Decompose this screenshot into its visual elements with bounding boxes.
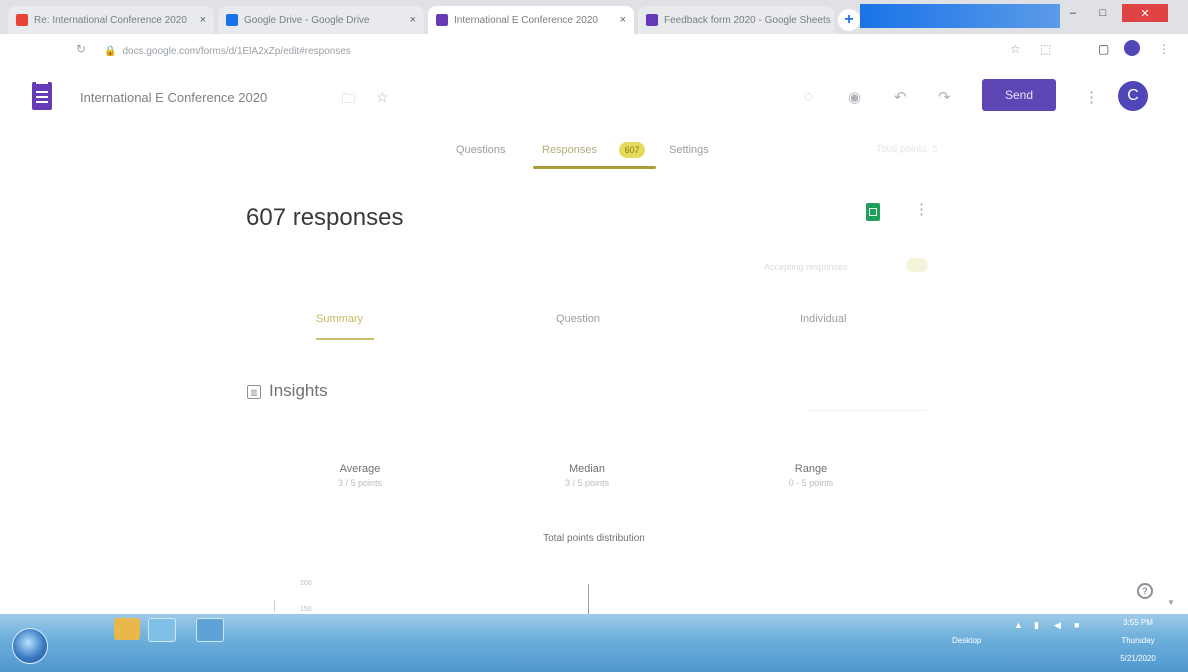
stat-median: Median 3 / 5 points <box>527 463 647 488</box>
windows-start-icon[interactable] <box>12 628 48 664</box>
stat-label: Range <box>794 463 828 475</box>
tab-close-icon[interactable]: × <box>614 14 626 26</box>
profile-avatar-icon[interactable] <box>1124 40 1140 56</box>
reload-icon[interactable]: ↻ <box>76 42 86 56</box>
scroll-down-icon[interactable]: ▼ <box>1167 598 1175 607</box>
browser-tab-title: Re: International Conference 2020 <box>34 14 187 26</box>
language-indicator[interactable]: Desktop <box>952 636 981 645</box>
subtab-summary[interactable]: Summary <box>316 313 363 325</box>
chrome-taskbar-icon[interactable] <box>148 618 176 642</box>
cast-icon[interactable]: ▢ <box>1098 42 1109 56</box>
windows-taskbar: Desktop ▲ ▮ ◀ ■ 3:55 PM Thursday 5/21/20… <box>0 614 1188 672</box>
google-forms-logo-icon[interactable] <box>32 82 52 110</box>
new-tab-button[interactable]: + <box>838 9 860 31</box>
tab-settings[interactable]: Settings <box>669 144 709 156</box>
address-url: docs.google.com/forms/d/1ElA2xZp/edit#re… <box>122 45 351 57</box>
axis-tick-label: 150 <box>300 606 312 613</box>
responses-more-options-icon[interactable]: ⋮ <box>914 200 929 218</box>
browser-tab[interactable]: Re: International Conference 2020 × <box>8 6 214 34</box>
stat-average: Average 3 / 5 points <box>300 463 420 488</box>
send-button[interactable]: Send <box>982 79 1056 111</box>
window-taskbar-icon[interactable] <box>196 618 224 642</box>
insights-heading: Insights <box>269 381 328 400</box>
tab-questions[interactable]: Questions <box>456 144 506 156</box>
drive-favicon-icon <box>226 14 238 26</box>
subtab-question[interactable]: Question <box>556 313 600 325</box>
chart-title: Total points distribution <box>543 533 645 544</box>
redo-icon[interactable]: ↷ <box>938 88 951 106</box>
browser-tab-strip: Re: International Conference 2020 × Goog… <box>0 0 1188 34</box>
tray-time[interactable]: 3:55 PM <box>1108 618 1168 627</box>
show-hidden-icons-icon[interactable]: ▲ <box>1014 620 1023 630</box>
browser-tab-title: International E Conference 2020 <box>454 14 598 26</box>
subtab-individual[interactable]: Individual <box>800 313 846 325</box>
browser-menu-icon[interactable]: ⋮ <box>1158 42 1170 56</box>
active-tab-indicator <box>533 166 656 169</box>
address-bar[interactable]: 🔒 docs.google.com/forms/d/1ElA2xZp/edit#… <box>104 42 984 60</box>
stat-label: Average <box>339 463 381 475</box>
browser-tab-title: Google Drive - Google Drive <box>244 14 370 26</box>
browser-tab-active[interactable]: International E Conference 2020 × <box>428 6 634 34</box>
tab-close-icon[interactable]: × <box>404 14 416 26</box>
star-icon[interactable]: ☆ <box>376 89 389 106</box>
gmail-favicon-icon <box>16 14 28 26</box>
customize-theme-icon[interactable]: ◌ <box>804 88 813 105</box>
window-title-band <box>860 4 1060 28</box>
help-icon[interactable]: ? <box>1137 583 1153 599</box>
browser-tab[interactable]: Google Drive - Google Drive × <box>218 6 424 34</box>
stat-value: 0 - 5 points <box>788 478 834 488</box>
stat-range: Range 0 - 5 points <box>751 463 871 488</box>
insights-icon: ▥ <box>247 385 261 399</box>
maximize-button[interactable]: □ <box>1092 4 1114 22</box>
forms-favicon-icon <box>646 14 658 26</box>
responses-count-heading: 607 responses <box>246 204 404 231</box>
preview-eye-icon[interactable]: ◉ <box>848 88 861 106</box>
avatar[interactable]: C <box>1118 81 1148 111</box>
tray-day: Thursday <box>1121 636 1155 645</box>
stat-value: 3 / 5 points <box>337 478 383 488</box>
chart-axis <box>274 600 275 612</box>
form-title[interactable]: International E Conference 2020 <box>80 90 267 105</box>
volume-icon[interactable]: ◀ <box>1054 620 1061 631</box>
browser-toolbar: ↻ 🔒 docs.google.com/forms/d/1ElA2xZp/edi… <box>0 34 1188 69</box>
forms-favicon-icon <box>436 14 448 26</box>
forms-header: International E Conference 2020 🗀 ☆ ◌ ◉ … <box>0 68 1188 130</box>
chart-gridline <box>588 584 589 614</box>
subtab-indicator <box>316 338 374 340</box>
tab-close-icon[interactable]: × <box>831 14 834 26</box>
tab-close-icon[interactable]: × <box>194 14 206 26</box>
minimize-button[interactable]: – <box>1062 4 1084 22</box>
lock-icon: 🔒 <box>104 45 117 57</box>
form-tabs: Questions Responses 607 Settings Total p… <box>0 130 1188 170</box>
tab-responses[interactable]: Responses <box>542 144 597 156</box>
stat-value: 3 / 5 points <box>564 478 610 488</box>
tray-date: 5/21/2020 <box>1120 654 1156 663</box>
extension-icon[interactable]: ⬚ <box>1040 42 1051 56</box>
browser-tab[interactable]: Feedback form 2020 - Google Sheets × <box>638 6 834 34</box>
bookmark-star-icon[interactable]: ☆ <box>1010 42 1021 56</box>
responses-count-badge: 607 <box>619 142 645 158</box>
google-sheets-icon[interactable] <box>866 203 880 221</box>
axis-tick-label: 200 <box>300 580 312 587</box>
divider <box>806 410 926 411</box>
more-options-icon[interactable]: ⋮ <box>1084 88 1099 106</box>
close-window-button[interactable]: ✕ <box>1122 4 1168 22</box>
accepting-responses-label: Accepting responses <box>764 262 848 272</box>
total-points-label: Total points: 5 <box>876 144 938 155</box>
undo-icon[interactable]: ↶ <box>894 88 907 106</box>
browser-tab-title: Feedback form 2020 - Google Sheets <box>664 14 831 26</box>
move-to-folder-icon[interactable]: 🗀 <box>342 90 355 112</box>
action-center-icon[interactable]: ■ <box>1074 620 1079 630</box>
network-icon[interactable]: ▮ <box>1034 620 1039 631</box>
accepting-responses-toggle[interactable] <box>906 258 928 272</box>
stat-label: Median <box>568 463 606 475</box>
file-explorer-icon[interactable] <box>114 618 140 640</box>
